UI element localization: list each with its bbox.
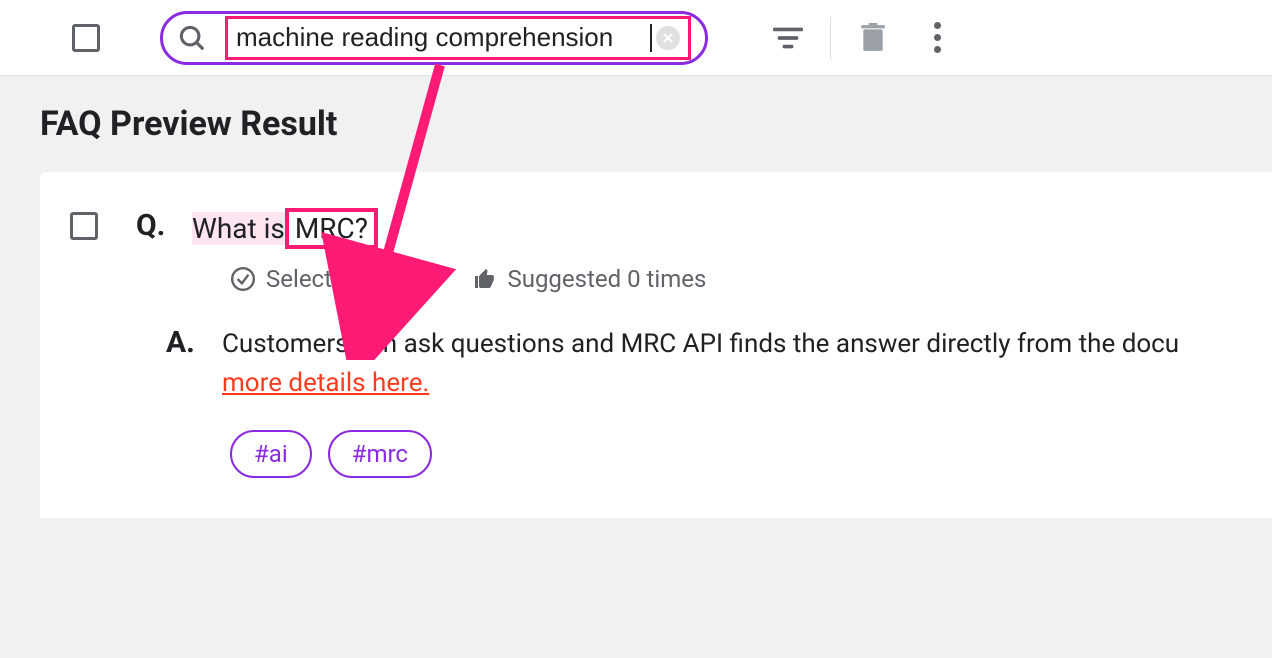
page-title: FAQ Preview Result: [40, 104, 1272, 144]
toolbar: [0, 0, 1272, 76]
check-circle-icon: [230, 266, 256, 292]
more-button[interactable]: [905, 14, 969, 62]
text-cursor: [650, 24, 652, 52]
trash-icon: [860, 23, 886, 53]
tags-row: #ai #mrc: [230, 430, 1272, 478]
selected-count: Selected 0 times: [230, 265, 443, 293]
answer-text: Customers can ask questions and MRC API …: [222, 329, 1179, 359]
question-row: Q. What is MRC?: [70, 208, 1272, 249]
delete-button[interactable]: [841, 14, 905, 62]
search-container: [160, 11, 708, 65]
search-icon: [177, 23, 207, 53]
answer-link[interactable]: more details here.: [222, 368, 429, 398]
thumbs-up-icon: [473, 267, 497, 291]
answer-row: A. Customers can ask questions and MRC A…: [166, 325, 1272, 398]
filter-icon: [773, 27, 803, 49]
search-highlight-box: [225, 16, 691, 60]
clear-search-button[interactable]: [656, 26, 680, 50]
search-input[interactable]: [236, 22, 652, 53]
more-vert-icon: [934, 22, 941, 53]
suggested-label: Suggested 0 times: [507, 265, 706, 293]
suggested-count: Suggested 0 times: [473, 265, 706, 293]
meta-row: Selected 0 times Suggested 0 times: [230, 265, 1272, 293]
toolbar-actions: [756, 14, 969, 62]
question-highlight: MRC?: [285, 208, 378, 249]
answer-body: Customers can ask questions and MRC API …: [222, 325, 1179, 398]
tag-mrc[interactable]: #mrc: [328, 430, 432, 478]
faq-card: Q. What is MRC? Selected 0 times Suggest…: [40, 172, 1272, 518]
a-label: A.: [166, 325, 222, 398]
toolbar-separator: [830, 17, 831, 59]
filter-button[interactable]: [756, 14, 820, 62]
tag-ai[interactable]: #ai: [230, 430, 312, 478]
question-prefix: What is: [192, 212, 287, 245]
content-area: FAQ Preview Result Q. What is MRC? Selec…: [0, 76, 1272, 658]
faq-checkbox[interactable]: [70, 212, 98, 240]
question-text: What is MRC?: [192, 208, 378, 249]
q-label: Q.: [136, 208, 192, 243]
selected-label: Selected 0 times: [266, 265, 443, 293]
select-all-checkbox[interactable]: [72, 24, 100, 52]
